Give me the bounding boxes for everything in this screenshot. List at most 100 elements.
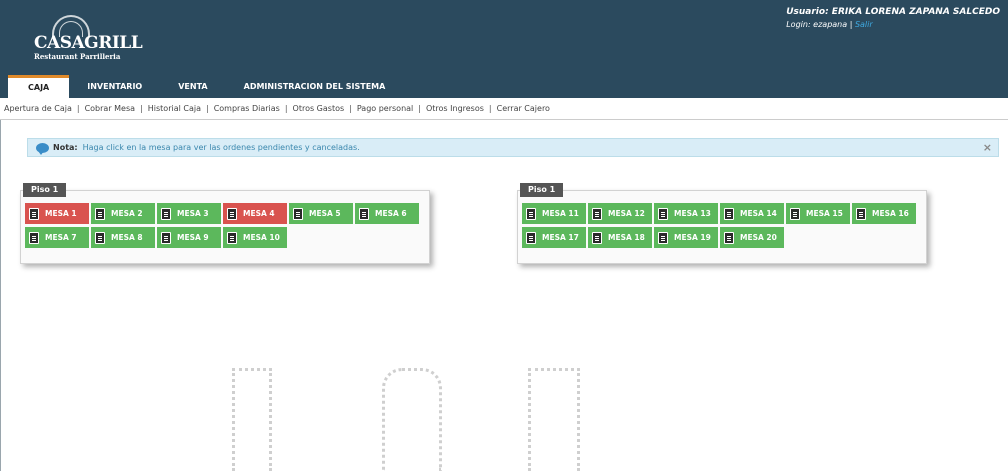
- logout-link[interactable]: Salir: [855, 20, 873, 29]
- table-button[interactable]: MESA 4: [223, 203, 287, 224]
- close-icon[interactable]: ×: [983, 141, 992, 154]
- order-list-icon: [724, 207, 734, 220]
- table-label: MESA 20: [740, 233, 777, 242]
- order-list-icon: [29, 207, 39, 220]
- submenu: Apertura de Caja | Cobrar Mesa | Histori…: [0, 98, 1008, 120]
- order-list-icon: [95, 207, 105, 220]
- submenu-compras-diarias[interactable]: Compras Diarias: [214, 104, 280, 113]
- submenu-separator: |: [284, 104, 288, 113]
- user-info: Usuario: ERIKA LORENA ZAPANA SALCEDO Log…: [786, 7, 1000, 29]
- table-button[interactable]: MESA 7: [25, 227, 89, 248]
- table-button[interactable]: MESA 10: [223, 227, 287, 248]
- table-button[interactable]: MESA 8: [91, 227, 155, 248]
- submenu-otros-gastos[interactable]: Otros Gastos: [293, 104, 345, 113]
- order-list-icon: [161, 207, 171, 220]
- user-login: Login: ezapana | Salir: [786, 20, 1000, 29]
- table-button[interactable]: MESA 3: [157, 203, 221, 224]
- table-button[interactable]: MESA 11: [522, 203, 586, 224]
- table-button[interactable]: MESA 15: [786, 203, 850, 224]
- table-label: MESA 3: [177, 209, 209, 218]
- order-list-icon: [526, 231, 536, 244]
- tab-venta[interactable]: VENTA: [160, 75, 225, 98]
- table-button[interactable]: MESA 5: [289, 203, 353, 224]
- tab-inventario[interactable]: INVENTARIO: [69, 75, 160, 98]
- order-list-icon: [29, 231, 39, 244]
- submenu-cerrar-cajero[interactable]: Cerrar Cajero: [497, 104, 550, 113]
- table-button[interactable]: MESA 6: [355, 203, 419, 224]
- brand-name: CASAGRILL: [34, 33, 143, 53]
- submenu-apertura-caja[interactable]: Apertura de Caja: [4, 104, 72, 113]
- table-label: MESA 14: [740, 209, 777, 218]
- submenu-separator: |: [140, 104, 143, 113]
- floor-label: Piso 1: [520, 183, 564, 197]
- watermark-logo: [528, 368, 580, 471]
- order-list-icon: [658, 231, 668, 244]
- submenu-otros-ingresos[interactable]: Otros Ingresos: [426, 104, 484, 113]
- table-label: MESA 1: [45, 209, 77, 218]
- table-label: MESA 13: [674, 209, 711, 218]
- table-button[interactable]: MESA 1: [25, 203, 89, 224]
- chat-bubble-icon: [36, 142, 49, 155]
- table-button[interactable]: MESA 17: [522, 227, 586, 248]
- submenu-separator: |: [205, 104, 209, 113]
- table-label: MESA 19: [674, 233, 711, 242]
- submenu-separator: |: [349, 104, 352, 113]
- order-list-icon: [227, 207, 237, 220]
- table-button[interactable]: MESA 16: [852, 203, 916, 224]
- submenu-separator: |: [418, 104, 421, 113]
- table-label: MESA 10: [243, 233, 280, 242]
- order-list-icon: [856, 207, 866, 220]
- brand-logo[interactable]: CASAGRILL Restaurant Parrilleria: [26, 15, 143, 65]
- table-label: MESA 12: [608, 209, 645, 218]
- table-button[interactable]: MESA 18: [588, 227, 652, 248]
- brand-subtitle: Restaurant Parrilleria: [34, 52, 121, 61]
- floor-panel: Piso 1 MESA 11 MESA 12 MESA 13 MESA 14 MESA …: [517, 183, 927, 264]
- table-button[interactable]: MESA 20: [720, 227, 784, 248]
- submenu-historial-caja[interactable]: Historial Caja: [148, 104, 201, 113]
- order-list-icon: [658, 207, 668, 220]
- tab-administracion[interactable]: ADMINISTRACION DEL SISTEMA: [226, 75, 404, 98]
- order-list-icon: [95, 231, 105, 244]
- table-label: MESA 6: [375, 209, 407, 218]
- table-label: MESA 4: [243, 209, 275, 218]
- table-label: MESA 8: [111, 233, 143, 242]
- order-list-icon: [790, 207, 800, 220]
- watermark-logo: [232, 368, 272, 471]
- order-list-icon: [526, 207, 536, 220]
- table-label: MESA 16: [872, 209, 909, 218]
- order-list-icon: [359, 207, 369, 220]
- order-list-icon: [293, 207, 303, 220]
- table-button[interactable]: MESA 9: [157, 227, 221, 248]
- floor-label: Piso 1: [23, 183, 67, 197]
- table-label: MESA 17: [542, 233, 579, 242]
- table-label: MESA 18: [608, 233, 645, 242]
- note-label: Nota:: [53, 143, 78, 152]
- app-header: CASAGRILL Restaurant Parrilleria Usuario…: [0, 0, 1008, 98]
- table-button[interactable]: MESA 2: [91, 203, 155, 224]
- order-list-icon: [227, 231, 237, 244]
- table-label: MESA 2: [111, 209, 143, 218]
- watermark-logo: [382, 368, 442, 471]
- submenu-separator: |: [76, 104, 80, 113]
- order-list-icon: [724, 231, 734, 244]
- order-list-icon: [592, 207, 602, 220]
- table-grid: MESA 1 MESA 2 MESA 3 MESA 4 MESA 5 MESA 6 MESA…: [25, 203, 429, 251]
- table-button[interactable]: MESA 14: [720, 203, 784, 224]
- main-tabs: CAJA INVENTARIO VENTA ADMINISTRACION DEL…: [8, 75, 403, 98]
- table-button[interactable]: MESA 12: [588, 203, 652, 224]
- table-button[interactable]: MESA 19: [654, 227, 718, 248]
- submenu-pago-personal[interactable]: Pago personal: [357, 104, 413, 113]
- submenu-cobrar-mesa[interactable]: Cobrar Mesa: [85, 104, 135, 113]
- note-text: Haga click en la mesa para ver las orden…: [82, 143, 360, 152]
- floor-panel: Piso 1 MESA 1 MESA 2 MESA 3 MESA 4 MESA 5 MES…: [20, 183, 430, 264]
- table-label: MESA 11: [542, 209, 579, 218]
- table-label: MESA 9: [177, 233, 209, 242]
- tab-caja[interactable]: CAJA: [8, 75, 70, 98]
- submenu-separator: |: [488, 104, 492, 113]
- table-label: MESA 15: [806, 209, 843, 218]
- order-list-icon: [161, 231, 171, 244]
- login-text: Login: ezapana |: [786, 20, 853, 29]
- info-note: Nota: Haga click en la mesa para ver las…: [27, 138, 999, 157]
- table-button[interactable]: MESA 13: [654, 203, 718, 224]
- content-left-border: [0, 120, 1, 471]
